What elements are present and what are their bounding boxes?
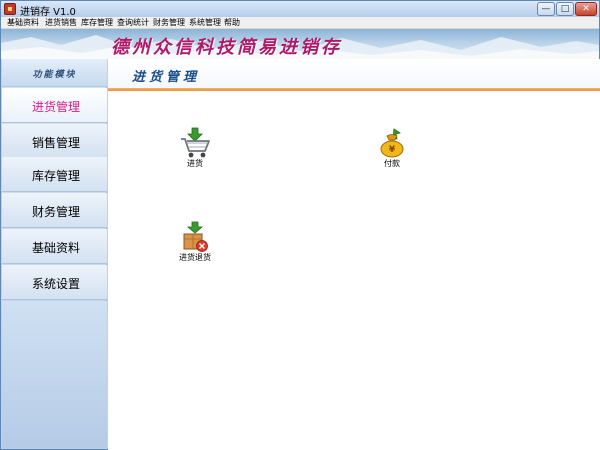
app-window: 进销存 V1.0 — □ ✕ 基础资料 进货销售 库存管理 查询统计 财务管理 … bbox=[0, 0, 600, 450]
sidebar-item-label: 进货管理 bbox=[32, 100, 81, 114]
minimize-button[interactable]: — bbox=[537, 2, 555, 16]
menu-query-stats[interactable]: 查询统计 bbox=[117, 18, 149, 28]
purchase-tile[interactable]: 进货 bbox=[167, 127, 223, 173]
return-goods-icon bbox=[183, 221, 208, 252]
svg-text:¥: ¥ bbox=[389, 145, 396, 155]
sidebar-item-inventory[interactable]: 库存管理 bbox=[2, 157, 107, 192]
purchase-tile-label: 进货 bbox=[187, 159, 203, 168]
page-header: 进货管理 bbox=[108, 59, 600, 89]
menu-purchase-sales[interactable]: 进货销售 bbox=[45, 18, 77, 28]
menu-system[interactable]: 系统管理 bbox=[189, 18, 221, 28]
sidebar-item-system-settings[interactable]: 系统设置 bbox=[2, 265, 107, 300]
purchase-return-tile[interactable]: 进货退货 bbox=[167, 221, 223, 267]
sidebar-item-sales[interactable]: 销售管理 bbox=[2, 124, 107, 159]
payment-tile[interactable]: ¥ 付款 bbox=[364, 127, 420, 173]
payment-tile-label: 付款 bbox=[384, 159, 400, 168]
title-bar[interactable]: 进销存 V1.0 — □ ✕ bbox=[1, 1, 599, 18]
sidebar-filler bbox=[2, 301, 107, 449]
sidebar-item-label: 系统设置 bbox=[32, 277, 81, 291]
sidebar-item-basic-data[interactable]: 基础资料 bbox=[2, 229, 107, 264]
main-content: 进货管理 进货 ¥ 付款 进货退货 bbox=[108, 59, 600, 450]
sidebar-item-finance[interactable]: 财务管理 bbox=[2, 193, 107, 228]
header-divider bbox=[108, 88, 600, 91]
sidebar-item-purchase[interactable]: 进货管理 bbox=[2, 88, 107, 123]
money-bag-icon: ¥ bbox=[380, 128, 404, 158]
purchase-return-tile-label: 进货退货 bbox=[179, 253, 211, 262]
menu-bar: 基础资料 进货销售 库存管理 查询统计 财务管理 系统管理 帮助 bbox=[1, 17, 599, 29]
banner: 德州众信科技简易进销存 bbox=[1, 29, 599, 59]
sidebar-item-label: 财务管理 bbox=[32, 205, 81, 219]
sidebar: 功能模块 进货管理 销售管理 库存管理 财务管理 基础资料 系统设置 bbox=[2, 59, 107, 449]
sidebar-item-label: 基础资料 bbox=[32, 241, 81, 255]
menu-basic-data[interactable]: 基础资料 bbox=[7, 18, 39, 28]
close-button[interactable]: ✕ bbox=[575, 2, 597, 16]
sidebar-header-label: 功能模块 bbox=[32, 70, 77, 80]
sidebar-header: 功能模块 bbox=[2, 59, 107, 87]
menu-help[interactable]: 帮助 bbox=[224, 18, 240, 28]
shopping-cart-icon bbox=[181, 127, 210, 158]
banner-title: 德州众信科技简易进销存 bbox=[111, 37, 342, 58]
window-title: 进销存 V1.0 bbox=[20, 7, 76, 18]
sidebar-item-label: 销售管理 bbox=[32, 136, 81, 150]
menu-finance[interactable]: 财务管理 bbox=[153, 18, 185, 28]
app-icon bbox=[4, 3, 16, 15]
page-title: 进货管理 bbox=[132, 70, 201, 85]
menu-inventory[interactable]: 库存管理 bbox=[81, 18, 113, 28]
sidebar-item-label: 库存管理 bbox=[32, 169, 81, 183]
maximize-button[interactable]: □ bbox=[556, 2, 574, 16]
